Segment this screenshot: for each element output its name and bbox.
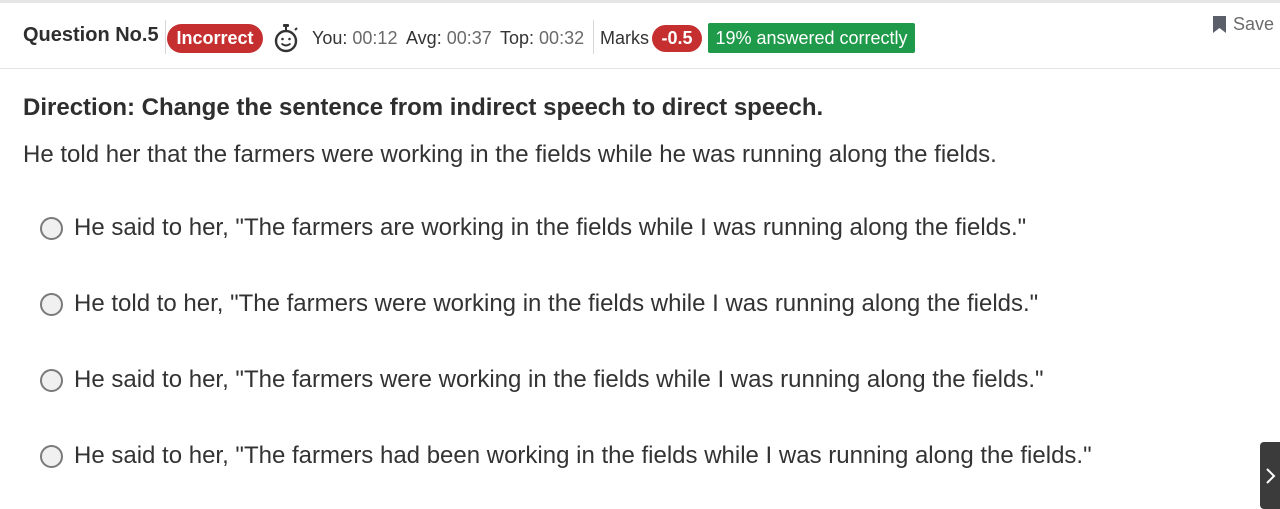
- top-time-label: Top:: [500, 28, 535, 48]
- marks-badge: -0.5: [652, 25, 702, 52]
- radio-button[interactable]: [40, 216, 63, 240]
- option-text: He told to her, "The farmers were workin…: [74, 290, 1039, 317]
- radio-button[interactable]: [40, 292, 63, 316]
- bookmark-icon: [1213, 15, 1226, 33]
- your-time-value: 00:12: [352, 28, 398, 48]
- answered-correctly-badge: 19% answered correctly: [708, 23, 915, 53]
- question-number: Question No.5: [23, 24, 159, 46]
- radio-button[interactable]: [40, 368, 63, 392]
- option-text: He said to her, "The farmers had been wo…: [74, 442, 1092, 469]
- top-time-value: 00:32: [539, 28, 585, 48]
- next-question-button[interactable]: [1260, 442, 1280, 509]
- top-time: Top: 00:32: [500, 28, 584, 49]
- save-button[interactable]: Save: [1212, 13, 1274, 35]
- your-time: You: 00:12: [312, 28, 397, 49]
- question-text: He told her that the farmers were workin…: [23, 141, 997, 168]
- average-time-value: 00:37: [446, 28, 492, 48]
- question-header: Question No.5 Incorrect You: 00:12 Avg: …: [0, 0, 1280, 69]
- divider: [593, 20, 594, 54]
- option-text: He said to her, "The farmers are working…: [74, 214, 1027, 241]
- question-review-page: Question No.5 Incorrect You: 00:12 Avg: …: [0, 0, 1280, 509]
- marks-label: Marks: [600, 28, 649, 48]
- question-direction: Direction: Change the sentence from indi…: [23, 94, 824, 121]
- average-time: Avg: 00:37: [406, 28, 492, 49]
- stopwatch-icon: [274, 24, 298, 53]
- answer-option[interactable]: He told to her, "The farmers were workin…: [40, 289, 1038, 319]
- answer-option[interactable]: He said to her, "The farmers are working…: [40, 213, 1026, 243]
- save-label: Save: [1233, 13, 1275, 34]
- status-badge: Incorrect: [167, 24, 263, 53]
- answer-option[interactable]: He said to her, "The farmers were workin…: [40, 365, 1044, 395]
- chevron-right-icon: [1266, 467, 1276, 484]
- your-time-label: You:: [312, 28, 348, 48]
- radio-button[interactable]: [40, 444, 63, 468]
- answer-option[interactable]: He said to her, "The farmers had been wo…: [40, 441, 1092, 471]
- average-time-label: Avg:: [406, 28, 442, 48]
- option-text: He said to her, "The farmers were workin…: [74, 366, 1044, 393]
- divider: [165, 20, 166, 54]
